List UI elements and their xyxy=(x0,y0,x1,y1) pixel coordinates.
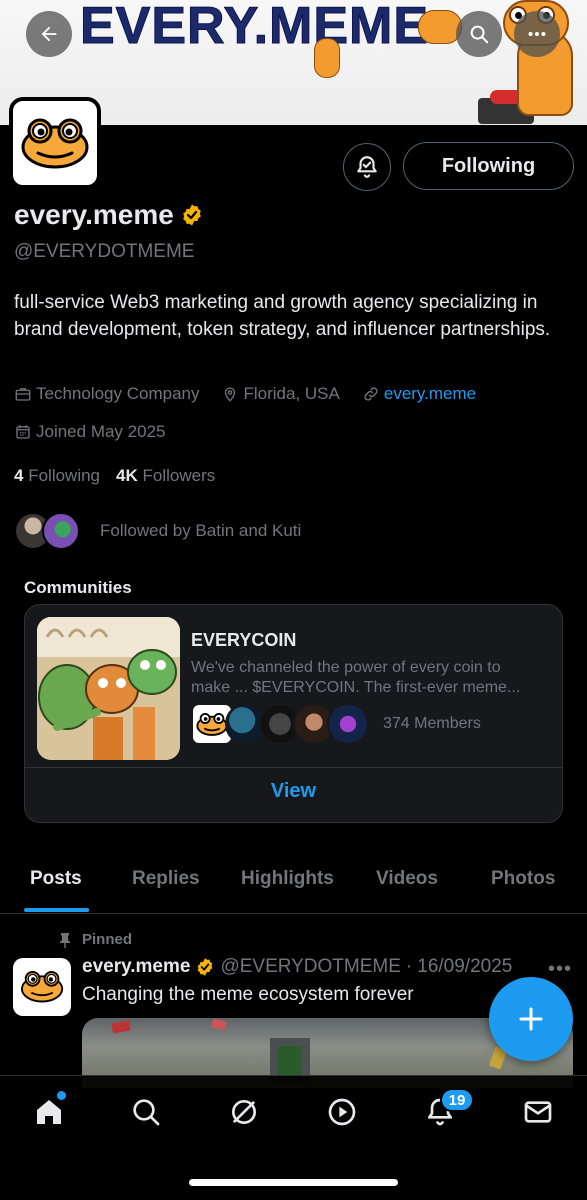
more-options-button[interactable] xyxy=(514,11,560,57)
mail-icon xyxy=(524,1101,552,1123)
profile-avatar[interactable] xyxy=(9,97,101,189)
joined-row: Joined May 2025 xyxy=(14,422,187,442)
community-members: 374 Members xyxy=(191,703,481,745)
tab-posts[interactable]: Posts xyxy=(30,868,82,890)
search-button[interactable] xyxy=(456,11,502,57)
location-item: Florida, USA xyxy=(221,384,340,404)
category-item: Technology Company xyxy=(14,384,199,404)
community-view-button[interactable]: View xyxy=(25,780,562,803)
followers-count: 4K xyxy=(116,466,138,485)
post-separator: · xyxy=(405,956,413,977)
post-author-name[interactable]: every.meme xyxy=(82,956,190,978)
followers-stat[interactable]: 4K Followers xyxy=(116,466,215,486)
profile-bio: full-service Web3 marketing and growth a… xyxy=(14,292,551,340)
plus-icon xyxy=(519,1007,543,1031)
notifications-badge: 19 xyxy=(440,1088,474,1112)
community-image xyxy=(37,617,180,760)
frog-logo-icon xyxy=(21,118,89,169)
joined-item: Joined May 2025 xyxy=(14,422,165,442)
communities-heading: Communities xyxy=(24,578,132,597)
followers-stat-label: Followers xyxy=(142,466,216,485)
bell-check-icon xyxy=(357,156,377,178)
post-more-icon[interactable]: ••• xyxy=(548,958,572,981)
verified-badge-icon[interactable] xyxy=(180,203,204,227)
frog-logo-icon xyxy=(20,970,64,1003)
website-item[interactable]: every.meme xyxy=(362,384,476,404)
category-label: Technology Company xyxy=(36,384,200,403)
community-description: We've channeled the power of every coin … xyxy=(191,659,521,696)
nav-grok[interactable] xyxy=(222,1090,266,1134)
post-author-avatar[interactable] xyxy=(13,958,71,1016)
nav-messages[interactable] xyxy=(516,1090,560,1134)
link-icon xyxy=(364,387,378,401)
calendar-icon xyxy=(16,425,30,439)
back-button[interactable] xyxy=(26,11,72,57)
play-icon xyxy=(328,1098,356,1126)
display-name: every.meme xyxy=(14,199,174,230)
profile-tabs: Posts Replies Highlights Videos Photos xyxy=(0,858,587,914)
home-unread-dot xyxy=(57,1091,66,1100)
website-link[interactable]: every.meme xyxy=(384,384,476,404)
post-text: Changing the meme ecosystem forever xyxy=(82,984,414,1005)
nav-video[interactable] xyxy=(320,1090,364,1134)
banner-title: EVERY.MEME xyxy=(79,0,430,56)
follower-avatar xyxy=(42,512,80,550)
joined-label: Joined May 2025 xyxy=(36,422,166,441)
community-divider xyxy=(25,767,562,768)
post-author-handle: @EVERYDOTMEME xyxy=(220,956,401,977)
follow-stats: 4 Following 4K Followers xyxy=(14,466,215,486)
following-stat[interactable]: 4 Following xyxy=(14,466,100,486)
post-date[interactable]: 16/09/2025 xyxy=(417,956,512,978)
briefcase-icon xyxy=(15,388,31,401)
post-header: every.meme @EVERYDOTMEME · 16/09/2025 xyxy=(82,956,512,978)
pin-icon xyxy=(60,932,70,948)
banner-frog-figure xyxy=(314,38,340,78)
pinned-label-row: Pinned xyxy=(58,931,132,948)
profile-handle: @EVERYDOTMEME xyxy=(14,241,195,262)
following-count: 4 xyxy=(14,466,24,485)
profile-name-row: every.meme xyxy=(14,199,204,231)
search-icon xyxy=(133,1099,160,1126)
home-icon xyxy=(37,1100,61,1124)
grok-icon xyxy=(232,1100,256,1124)
home-indicator[interactable] xyxy=(189,1179,398,1186)
following-button[interactable]: Following xyxy=(403,142,574,190)
followed-by-row[interactable]: Followed by Batin and Kuti xyxy=(14,512,301,550)
more-dots-icon xyxy=(528,31,546,37)
search-icon xyxy=(470,25,489,44)
compose-post-button[interactable] xyxy=(489,977,573,1061)
followed-by-text: Followed by Batin and Kuti xyxy=(100,521,302,540)
community-member-count: 374 Members xyxy=(383,715,481,732)
community-name: EVERYCOIN xyxy=(191,630,297,650)
nav-search[interactable] xyxy=(124,1090,168,1134)
notifications-toggle-button[interactable] xyxy=(343,143,391,191)
arrow-left-icon xyxy=(41,26,57,42)
verified-badge-icon xyxy=(198,958,213,976)
pinned-label: Pinned xyxy=(82,931,133,948)
tab-photos[interactable]: Photos xyxy=(491,868,555,890)
location-pin-icon xyxy=(225,387,236,402)
location-label: Florida, USA xyxy=(243,384,340,403)
profile-meta-row: Technology Company Florida, USA every.me… xyxy=(14,384,498,404)
tab-highlights[interactable]: Highlights xyxy=(241,868,334,890)
member-avatar xyxy=(327,703,369,745)
community-card[interactable]: EVERYCOIN We've channeled the power of e… xyxy=(24,604,563,823)
active-tab-indicator xyxy=(24,908,89,912)
tab-replies[interactable]: Replies xyxy=(132,868,200,890)
tab-videos[interactable]: Videos xyxy=(376,868,438,890)
following-stat-label: Following xyxy=(28,466,101,485)
banner-frog-figure xyxy=(418,10,462,44)
